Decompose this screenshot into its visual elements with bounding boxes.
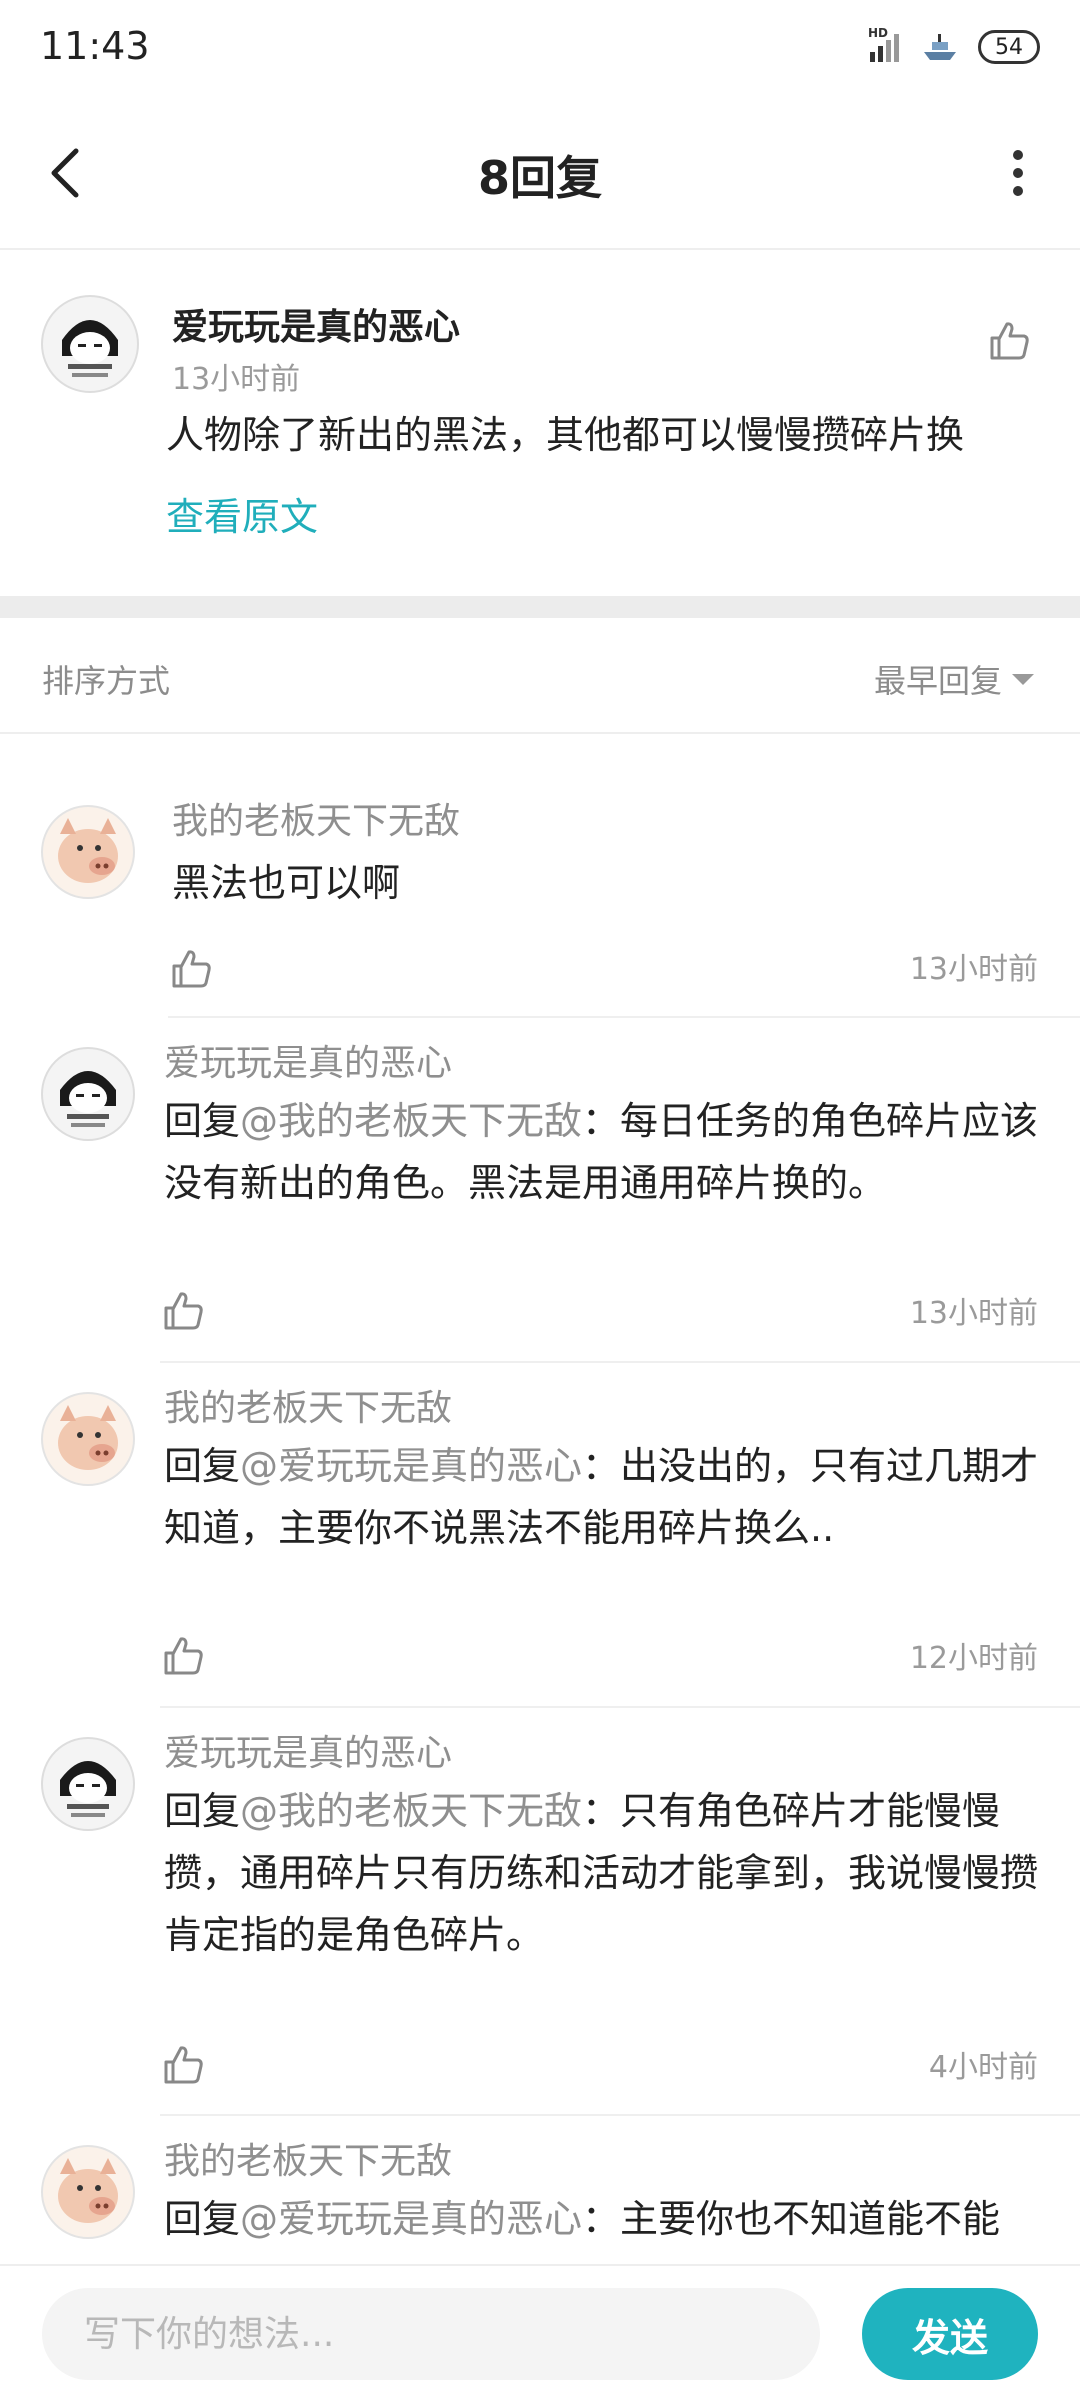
thumbs-up-icon[interactable]: [170, 946, 214, 990]
comment-bar: 发送: [0, 2264, 1080, 2400]
reply-prefix: 回复: [164, 1444, 241, 1488]
thumbs-up-icon[interactable]: [162, 1288, 206, 1332]
caret-down-icon: [1012, 673, 1034, 685]
section-divider: [0, 596, 1080, 618]
reply-list: 我的老板天下无敌 黑法也可以啊 13小时前 爱玩玩是真的恶心 回复@我的老板天下…: [0, 736, 1080, 2264]
reply-time: 4小时前: [928, 2050, 1038, 2085]
reply-author[interactable]: 我的老板天下无敌: [164, 2132, 452, 2184]
reply-time: 13小时前: [909, 1296, 1038, 1331]
post-time: 13小时前: [172, 362, 301, 397]
reply-author[interactable]: 爱玩玩是真的恶心: [164, 1724, 452, 1776]
reply-item: 爱玩玩是真的恶心 回复@我的老板天下无敌：每日任务的角色碎片应该没有新出的角色。…: [0, 1018, 1080, 1363]
reply-time: 12小时前: [909, 1641, 1038, 1676]
avatar[interactable]: [40, 294, 140, 394]
battery-icon: 54: [978, 30, 1040, 64]
page-title: 8回复: [477, 151, 602, 205]
reply-content: 回复@爱玩玩是真的恶心：出没出的，只有过几期才知道，主要你不说黑法不能用碎片换么…: [164, 1435, 1044, 1559]
reply-time: 13小时前: [909, 952, 1038, 987]
post-author[interactable]: 爱玩玩是真的恶心: [172, 298, 460, 350]
reply-item: 我的老板天下无敌 回复@爱玩玩是真的恶心：主要你也不知道能不能: [0, 2116, 1080, 2264]
reply-text: ：主要你也不知道能不能: [582, 2197, 1001, 2241]
reply-text: 黑法也可以啊: [172, 861, 401, 905]
reply-content: 回复@我的老板天下无敌：每日任务的角色碎片应该没有新出的角色。黑法是用通用碎片换…: [164, 1090, 1044, 1214]
send-button[interactable]: 发送: [862, 2288, 1038, 2380]
avatar[interactable]: [40, 2144, 136, 2240]
thumbs-up-icon[interactable]: [162, 2042, 206, 2086]
reply-item: 爱玩玩是真的恶心 回复@我的老板天下无敌：只有角色碎片才能慢慢攒，通用碎片只有历…: [0, 1708, 1080, 2116]
mention-link[interactable]: @爱玩玩是真的恶心: [240, 1444, 582, 1488]
avatar[interactable]: [40, 1736, 136, 1832]
boat-icon: [924, 34, 956, 60]
status-time: 11:43: [40, 24, 150, 68]
sort-dropdown[interactable]: 最早回复: [874, 656, 1034, 702]
reply-content: 回复@我的老板天下无敌：只有角色碎片才能慢慢攒，通用碎片只有历练和活动才能拿到，…: [164, 1780, 1044, 1966]
status-bar: 11:43 HD 54: [0, 0, 1080, 96]
reply-prefix: 回复: [164, 1099, 241, 1143]
reply-author[interactable]: 我的老板天下无敌: [172, 792, 460, 844]
thumbs-up-icon[interactable]: [162, 1633, 206, 1677]
signal-icon: HD: [868, 26, 902, 64]
battery-level: 54: [995, 34, 1023, 60]
reply-item: 我的老板天下无敌 黑法也可以啊 13小时前: [0, 736, 1080, 1018]
reply-author[interactable]: 我的老板天下无敌: [164, 1379, 452, 1431]
reply-prefix: 回复: [164, 1789, 241, 1833]
mention-link[interactable]: @爱玩玩是真的恶心: [240, 2197, 582, 2241]
post-content: 人物除了新出的黑法，其他都可以慢慢攒碎片换: [166, 413, 965, 457]
sort-bar: 排序方式 最早回复: [0, 618, 1080, 734]
view-original-link[interactable]: 查看原文: [166, 486, 318, 541]
top-app-bar: 8回复: [0, 96, 1080, 250]
avatar[interactable]: [40, 1391, 136, 1487]
mention-link[interactable]: @我的老板天下无敌: [240, 1099, 582, 1143]
more-options-icon[interactable]: [986, 141, 1050, 205]
sort-label: 排序方式: [42, 662, 171, 700]
thumbs-up-icon[interactable]: [988, 318, 1032, 362]
reply-content: 回复@爱玩玩是真的恶心：主要你也不知道能不能: [164, 2188, 1044, 2250]
avatar[interactable]: [40, 804, 136, 900]
reply-content: 黑法也可以啊: [172, 852, 1052, 914]
reply-author[interactable]: 爱玩玩是真的恶心: [164, 1034, 452, 1086]
reply-item: 我的老板天下无敌 回复@爱玩玩是真的恶心：出没出的，只有过几期才知道，主要你不说…: [0, 1363, 1080, 1708]
avatar[interactable]: [40, 1046, 136, 1142]
sort-selected: 最早回复: [873, 662, 1002, 700]
original-post: 爱玩玩是真的恶心 13小时前 人物除了新出的黑法，其他都可以慢慢攒碎片换 查看原…: [0, 250, 1080, 596]
reply-prefix: 回复: [164, 2197, 241, 2241]
comment-input[interactable]: [42, 2288, 820, 2380]
mention-link[interactable]: @我的老板天下无敌: [240, 1789, 582, 1833]
status-icons: HD 54: [868, 22, 1040, 72]
